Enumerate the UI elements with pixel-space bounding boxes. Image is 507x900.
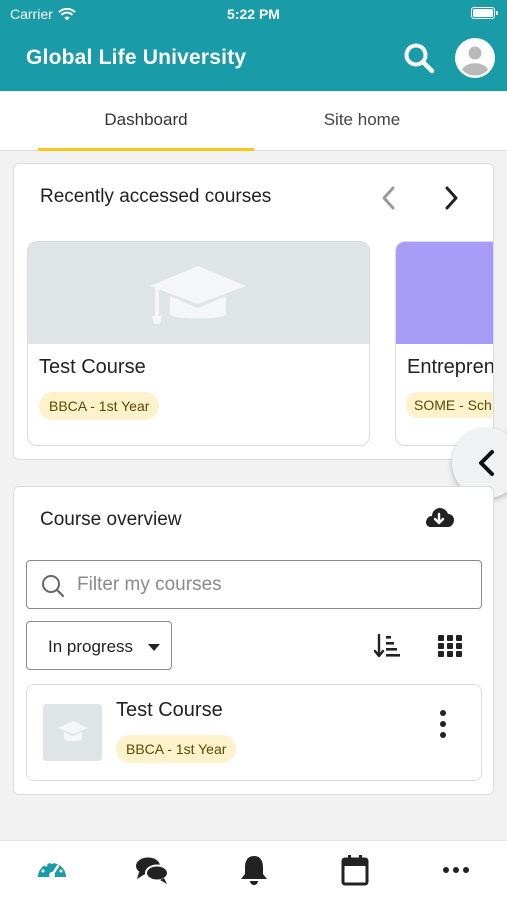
status-bar: Carrier 5:22 PM	[0, 0, 507, 28]
tab-dashboard[interactable]: Dashboard	[38, 91, 254, 151]
chevron-left-icon	[382, 186, 395, 210]
course-category-badge: SOME - Sch Entrepreneu	[406, 392, 493, 418]
user-icon	[456, 39, 494, 77]
course-overview-block: Course overview In progress	[13, 486, 494, 795]
course-status-value: In progress	[48, 637, 134, 656]
grid-icon	[438, 635, 462, 657]
sort-amount-icon	[373, 633, 400, 658]
nav-messages[interactable]	[134, 853, 170, 889]
download-courses-button[interactable]	[423, 505, 455, 533]
chevron-right-icon	[445, 186, 458, 210]
more-vertical-icon	[440, 710, 446, 738]
nav-more[interactable]	[438, 853, 474, 889]
course-category-badge: BBCA - 1st Year	[116, 735, 237, 763]
previous-button[interactable]	[375, 182, 403, 214]
sort-button[interactable]	[373, 633, 401, 659]
graduation-cap-icon	[150, 266, 246, 324]
bottom-nav	[0, 840, 507, 900]
course-name: Test Course	[39, 356, 146, 378]
course-name: Test Course	[116, 699, 223, 721]
course-overview-title: Course overview	[40, 509, 182, 530]
calendar-icon	[341, 855, 369, 886]
messages-icon	[136, 857, 169, 884]
course-card[interactable]: Test Course BBCA - 1st Year	[27, 241, 370, 446]
course-card[interactable]: Entrepren SOME - Sch Entrepreneu	[395, 241, 494, 446]
caret-down-icon	[148, 644, 160, 651]
status-time: 5:22 PM	[227, 6, 280, 22]
recent-courses-title: Recently accessed courses	[40, 186, 272, 207]
tab-site-home[interactable]: Site home	[254, 91, 470, 151]
graduation-cap-icon	[58, 721, 88, 742]
nav-dashboard[interactable]	[34, 853, 70, 889]
user-avatar-button[interactable]	[455, 38, 495, 78]
filter-courses-field[interactable]	[26, 560, 482, 609]
course-category-badge: BBCA - 1st Year	[39, 392, 160, 420]
nav-calendar[interactable]	[337, 853, 373, 889]
dashboard-icon	[38, 861, 66, 878]
recently-accessed-courses-block: Recently accessed courses Test Course BB…	[13, 163, 494, 460]
course-options-button[interactable]	[431, 707, 455, 741]
search-button[interactable]	[401, 40, 437, 76]
bell-icon	[241, 856, 267, 885]
app-header: Carrier 5:22 PM Global Life University	[0, 0, 507, 91]
site-title: Global Life University	[26, 46, 247, 69]
cloud-download-icon	[426, 508, 454, 527]
course-name: Entrepren	[407, 356, 494, 378]
course-list-item[interactable]: Test Course BBCA - 1st Year	[26, 684, 482, 781]
view-mode-button[interactable]	[436, 633, 464, 659]
next-button[interactable]	[437, 182, 465, 214]
more-horizontal-icon	[443, 867, 469, 873]
tab-bar: Dashboard Site home	[0, 91, 507, 151]
course-thumbnail	[43, 704, 102, 761]
nav-notifications[interactable]	[236, 853, 272, 889]
course-image	[396, 242, 493, 344]
course-image	[28, 242, 369, 344]
chevron-left-icon	[479, 450, 494, 476]
search-icon	[404, 43, 435, 74]
course-status-select[interactable]: In progress	[26, 621, 172, 670]
filter-courses-input[interactable]	[77, 561, 473, 608]
search-icon	[42, 575, 65, 598]
battery-icon	[471, 7, 498, 19]
